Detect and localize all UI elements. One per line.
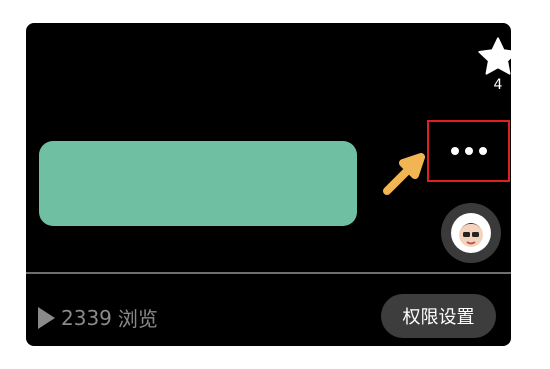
more-options-button[interactable] — [427, 120, 510, 182]
masked-content-block — [39, 141, 357, 226]
views-label: 浏览 — [117, 307, 158, 331]
more-dot-icon — [478, 147, 487, 155]
more-dot-icon — [450, 147, 459, 155]
views-stat: 2339 浏览 — [38, 303, 158, 332]
views-count: 2339 — [61, 305, 112, 330]
favorite-control[interactable]: 4 — [468, 35, 511, 93]
favorite-count: 4 — [493, 77, 503, 93]
star-icon[interactable] — [475, 35, 511, 79]
more-dot-icon — [464, 147, 473, 155]
play-icon — [38, 306, 55, 329]
avatar-icon — [451, 213, 491, 253]
progress-track — [26, 272, 511, 274]
avatar-button[interactable] — [441, 203, 501, 263]
video-card: 4 2339 浏览 权限设置 — [26, 23, 511, 346]
permission-settings-button[interactable]: 权限设置 — [381, 294, 496, 338]
arrow-pointer-icon — [383, 153, 425, 195]
